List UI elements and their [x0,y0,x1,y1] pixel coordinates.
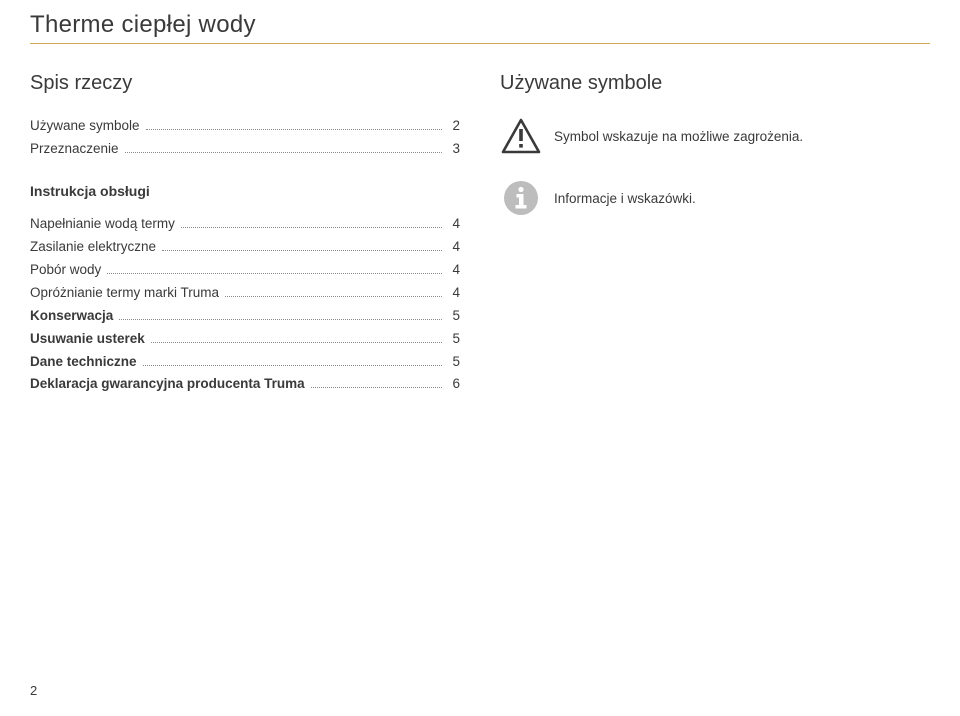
toc-label: Napełnianie wodą termy [30,213,175,236]
toc-label: Deklaracja gwarancyjna producenta Truma [30,373,305,396]
toc-leader [119,319,442,320]
toc-label: Pobór wody [30,259,101,282]
toc-leader [151,342,443,343]
toc-page: 4 [448,259,460,282]
toc-label: Usuwanie usterek [30,328,145,351]
toc-page: 3 [448,138,460,161]
toc-row: Pobór wody 4 [30,259,460,282]
toc-heading: Spis rzeczy [30,72,460,95]
toc-leader [146,129,443,130]
toc-subheading: Instrukcja obsługi [30,183,460,199]
toc-page: 6 [448,373,460,396]
toc-page: 2 [448,115,460,138]
toc-group-1: Używane symbole 2 Przeznaczenie 3 [30,115,460,161]
toc-leader [162,250,442,251]
toc-leader [125,152,443,153]
toc-row: Konserwacja 5 [30,305,460,328]
toc-label: Przeznaczenie [30,138,119,161]
warning-row: Symbol wskazuje na możliwe zagrożenia. [500,115,930,157]
toc-leader [311,387,443,388]
document-title: Therme ciepłej wody [30,11,256,39]
toc-label: Dane techniczne [30,351,137,374]
toc-row: Deklaracja gwarancyjna producenta Truma … [30,373,460,396]
toc-leader [225,296,442,297]
info-circle-icon [500,177,542,219]
right-column: Używane symbole Symbol wskazuje na możli… [500,72,930,396]
toc-leader [181,227,443,228]
toc-group-2: Napełnianie wodą termy 4 Zasilanie elekt… [30,213,460,397]
toc-label: Konserwacja [30,305,113,328]
toc-label: Opróżnianie termy marki Truma [30,282,219,305]
symbols-heading: Używane symbole [500,72,930,95]
toc-page: 5 [448,305,460,328]
warning-text: Symbol wskazuje na możliwe zagrożenia. [554,129,803,144]
toc-page: 5 [448,351,460,374]
toc-label: Zasilanie elektryczne [30,236,156,259]
info-row: Informacje i wskazówki. [500,177,930,219]
page: Therme ciepłej wody Spis rzeczy Używane … [0,0,960,716]
toc-page: 4 [448,236,460,259]
toc-row: Używane symbole 2 [30,115,460,138]
toc-leader [107,273,442,274]
toc-page: 5 [448,328,460,351]
title-bar: Therme ciepłej wody [30,8,930,44]
toc-row: Opróżnianie termy marki Truma 4 [30,282,460,305]
toc-leader [143,365,443,366]
page-number: 2 [30,683,37,698]
warning-triangle-icon [500,115,542,157]
toc-page: 4 [448,213,460,236]
toc-page: 4 [448,282,460,305]
toc-row: Zasilanie elektryczne 4 [30,236,460,259]
toc-row: Usuwanie usterek 5 [30,328,460,351]
info-text: Informacje i wskazówki. [554,191,696,206]
content-columns: Spis rzeczy Używane symbole 2 Przeznacze… [30,72,930,396]
left-column: Spis rzeczy Używane symbole 2 Przeznacze… [30,72,460,396]
toc-row: Przeznaczenie 3 [30,138,460,161]
toc-row: Napełnianie wodą termy 4 [30,213,460,236]
toc-label: Używane symbole [30,115,140,138]
toc-row: Dane techniczne 5 [30,351,460,374]
